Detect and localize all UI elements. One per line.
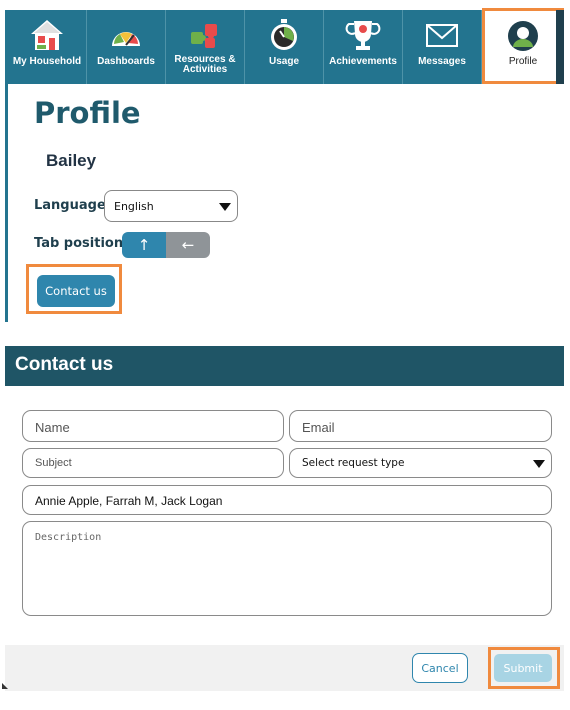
cancel-button[interactable]: Cancel bbox=[412, 653, 468, 683]
submit-button[interactable]: Submit bbox=[494, 654, 552, 682]
gauge-icon bbox=[112, 32, 140, 46]
recipients-value: Annie Apple, Farrah M, Jack Logan bbox=[35, 494, 223, 508]
resize-corner-mark bbox=[2, 683, 8, 689]
name-field[interactable]: Name bbox=[22, 410, 284, 442]
name-placeholder: Name bbox=[35, 420, 70, 435]
email-placeholder: Email bbox=[302, 420, 335, 435]
chevron-down-icon bbox=[533, 460, 545, 468]
contact-us-button[interactable]: Contact us bbox=[37, 275, 115, 307]
submit-highlight: Submit bbox=[488, 647, 560, 689]
tab-position-left-button[interactable]: ← bbox=[166, 232, 210, 258]
puzzle-icon bbox=[191, 24, 217, 48]
page-title: Profile bbox=[34, 96, 141, 130]
nav-label-messages: Messages bbox=[418, 56, 466, 67]
nav-label-profile: Profile bbox=[508, 56, 538, 67]
nav-item-my-household[interactable]: My Household bbox=[8, 10, 87, 84]
house-icon bbox=[31, 20, 63, 50]
language-label: Language: bbox=[34, 198, 111, 213]
language-select-value: English bbox=[114, 200, 154, 213]
nav-label-my-household: My Household bbox=[12, 56, 82, 67]
nav-item-profile[interactable]: Profile bbox=[482, 8, 564, 84]
nav-right-edge bbox=[556, 10, 564, 84]
language-select[interactable]: English bbox=[104, 190, 238, 222]
request-type-select[interactable]: Select request type bbox=[289, 448, 552, 478]
modal-footer bbox=[5, 645, 564, 691]
contact-modal-header: Contact us bbox=[5, 346, 564, 386]
contact-modal-title: Contact us bbox=[15, 354, 114, 375]
nav-label-dashboards: Dashboards bbox=[97, 56, 155, 67]
nav-item-resources-activities[interactable]: Resources & Activities bbox=[166, 10, 245, 84]
nav-label-usage: Usage bbox=[268, 56, 299, 67]
tab-position-label: Tab position: bbox=[34, 236, 129, 251]
tab-position-top-button[interactable]: ↑ bbox=[122, 232, 166, 258]
description-placeholder: Description bbox=[35, 532, 102, 543]
nav-item-messages[interactable]: Messages bbox=[403, 10, 482, 84]
chevron-down-icon bbox=[219, 203, 231, 211]
description-field[interactable]: Description bbox=[22, 521, 552, 616]
recipients-field[interactable]: Annie Apple, Farrah M, Jack Logan bbox=[22, 485, 552, 515]
nav-item-dashboards[interactable]: Dashboards bbox=[87, 10, 166, 84]
subject-field[interactable]: Subject bbox=[22, 448, 284, 478]
envelope-icon bbox=[426, 24, 458, 47]
arrow-up-icon: ↑ bbox=[137, 236, 151, 254]
tab-position-toggle: ↑ ← bbox=[122, 232, 210, 258]
stopwatch-icon bbox=[271, 19, 297, 50]
arrow-left-icon: ← bbox=[181, 236, 195, 254]
trophy-icon bbox=[345, 21, 381, 50]
user-avatar-icon bbox=[508, 21, 538, 51]
top-navigation: My Household Dashboards Resources & Acti… bbox=[8, 8, 564, 84]
request-type-placeholder: Select request type bbox=[302, 457, 405, 469]
email-field[interactable]: Email bbox=[289, 410, 552, 442]
nav-item-achievements[interactable]: Achievements bbox=[324, 10, 403, 84]
subject-placeholder: Subject bbox=[35, 457, 72, 469]
nav-label-resources-activities: Resources & Activities bbox=[174, 54, 236, 75]
nav-item-usage[interactable]: Usage bbox=[245, 10, 324, 84]
nav-label-achievements: Achievements bbox=[329, 56, 397, 67]
contact-us-highlight: Contact us bbox=[26, 264, 122, 314]
username: Bailey bbox=[46, 151, 97, 170]
